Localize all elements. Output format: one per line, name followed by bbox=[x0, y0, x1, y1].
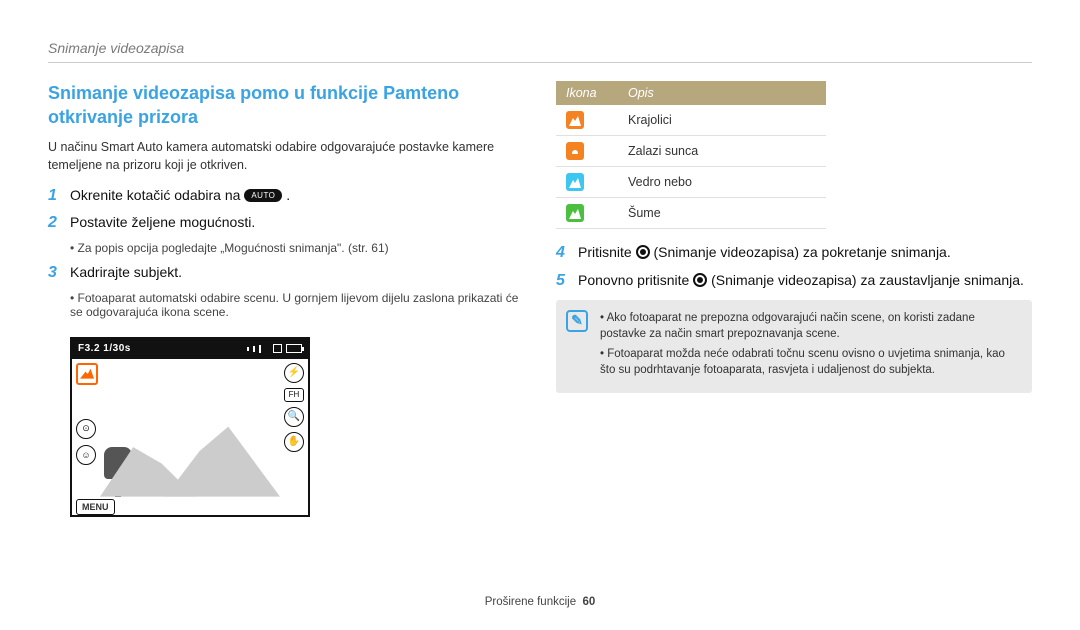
step-5-text-a: Ponovno pritisnite bbox=[578, 272, 693, 288]
stabilizer-icon: ✋ bbox=[284, 432, 304, 452]
footer-section: Proširene funkcije bbox=[485, 596, 576, 608]
th-ikona: Ikona bbox=[556, 81, 618, 105]
info-note-box: ✎ Ako fotoaparat ne prepozna odgovarajuć… bbox=[556, 300, 1032, 392]
step-5-text-b: (Snimanje videozapisa) za zaustavljanje … bbox=[711, 272, 1024, 288]
step-3-text: Kadrirajte subjekt. bbox=[70, 263, 182, 283]
step-number: 5 bbox=[556, 272, 568, 290]
flash-icon: ⚡ bbox=[284, 363, 304, 383]
mountain-graphic bbox=[165, 427, 280, 497]
step-number: 2 bbox=[48, 214, 60, 232]
intro-text: U načinu Smart Auto kamera automatski od… bbox=[48, 138, 524, 174]
table-row: Vedro nebo bbox=[556, 167, 826, 198]
face-detect-icon: ☺ bbox=[76, 445, 96, 465]
running-header: Snimanje videozapisa bbox=[48, 40, 1032, 56]
sky-icon bbox=[566, 173, 584, 191]
left-column: Snimanje videozapisa pomo u funkcije Pam… bbox=[48, 81, 524, 517]
row-label: Krajolici bbox=[618, 105, 826, 136]
exposure-label: F3.2 1/30s bbox=[78, 343, 131, 354]
signal-bar-icon bbox=[247, 347, 249, 351]
step-4: 4 Pritisnite (Snimanje videozapisa) za p… bbox=[556, 243, 1032, 263]
info-icon: ✎ bbox=[566, 310, 588, 332]
scene-icon-table: Ikona Opis Krajolici Zalazi sunca Vedro … bbox=[556, 81, 826, 229]
landscape-icon bbox=[566, 111, 584, 129]
forest-icon bbox=[566, 204, 584, 222]
step-2-text: Postavite željene mogućnosti. bbox=[70, 213, 255, 233]
battery-icon bbox=[286, 344, 302, 353]
footer-page: 60 bbox=[583, 596, 596, 608]
signal-bar-icon bbox=[259, 345, 261, 353]
th-opis: Opis bbox=[618, 81, 826, 105]
divider bbox=[48, 62, 1032, 63]
record-button-icon bbox=[636, 245, 650, 259]
step-1: 1 Okrenite kotačić odabira na AUTO . bbox=[48, 186, 524, 206]
step-4-text-b: (Snimanje videozapisa) za pokretanje sni… bbox=[653, 244, 950, 260]
zoom-icon: 🔍 bbox=[284, 407, 304, 427]
step-number: 3 bbox=[48, 264, 60, 282]
step-3: 3 Kadrirajte subjekt. bbox=[48, 263, 524, 283]
section-title: Snimanje videozapisa pomo u funkcije Pam… bbox=[48, 81, 524, 130]
auto-mode-pill-icon: AUTO bbox=[244, 189, 282, 202]
focus-mode-icon: ⊙ bbox=[76, 419, 96, 439]
step-1-text-a: Okrenite kotačić odabira na bbox=[70, 187, 244, 203]
menu-button: MENU bbox=[76, 499, 115, 515]
table-row: Šume bbox=[556, 198, 826, 229]
viewfinder-illustration: F3.2 1/30s ⊙ ☺ bbox=[70, 337, 310, 517]
table-row: Krajolici bbox=[556, 105, 826, 136]
resolution-icon: FH bbox=[284, 388, 304, 402]
row-label: Vedro nebo bbox=[618, 167, 826, 198]
sunset-icon bbox=[566, 142, 584, 160]
step-1-text-b: . bbox=[286, 187, 290, 203]
step-2: 2 Postavite željene mogućnosti. bbox=[48, 213, 524, 233]
step-4-text-a: Pritisnite bbox=[578, 244, 636, 260]
step-2-sub: Za popis opcija pogledajte „Mogućnosti s… bbox=[70, 241, 524, 255]
row-label: Zalazi sunca bbox=[618, 136, 826, 167]
right-column: Ikona Opis Krajolici Zalazi sunca Vedro … bbox=[556, 81, 1032, 517]
table-row: Zalazi sunca bbox=[556, 136, 826, 167]
scene-mode-icon bbox=[76, 363, 98, 385]
card-icon bbox=[273, 344, 282, 353]
row-label: Šume bbox=[618, 198, 826, 229]
step-5: 5 Ponovno pritisnite (Snimanje videozapi… bbox=[556, 271, 1032, 291]
info-item-1: Ako fotoaparat ne prepozna odgovarajući … bbox=[600, 310, 1018, 342]
step-number: 4 bbox=[556, 244, 568, 262]
signal-bar-icon bbox=[253, 346, 255, 352]
step-number: 1 bbox=[48, 187, 60, 205]
record-button-icon bbox=[693, 273, 707, 287]
info-item-2: Fotoaparat možda neće odabrati točnu sce… bbox=[600, 346, 1018, 378]
step-3-sub: Fotoaparat automatski odabire scenu. U g… bbox=[70, 291, 524, 319]
page-footer: Proširene funkcije 60 bbox=[0, 596, 1080, 608]
